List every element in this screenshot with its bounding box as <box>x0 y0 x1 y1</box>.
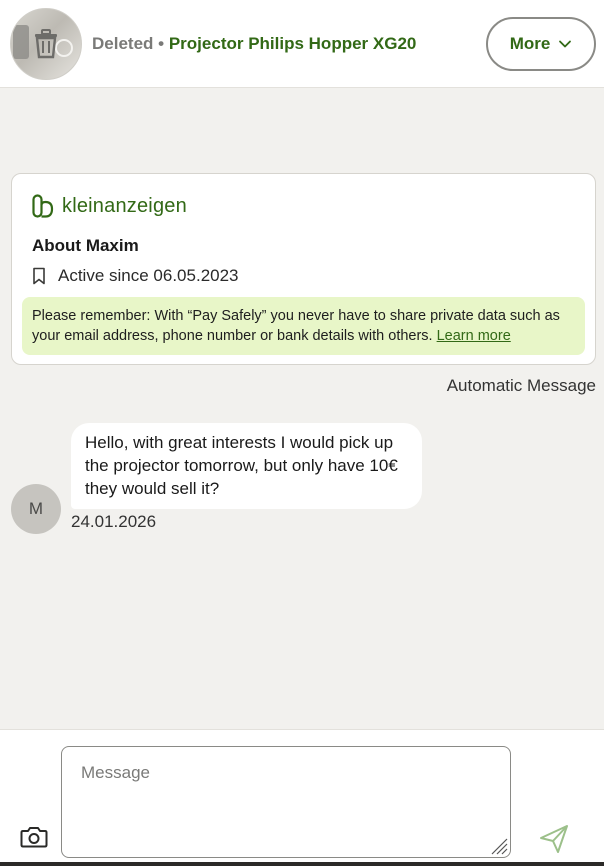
bookmark-icon <box>33 267 45 285</box>
conversation-header: Deleted • Projector Philips Hopper XG20 … <box>0 0 604 88</box>
active-since-text: Active since 06.05.2023 <box>58 266 239 285</box>
bottom-edge <box>0 862 604 866</box>
active-since-row: Active since 06.05.2023 <box>32 266 585 286</box>
safety-notice: Please remember: With “Pay Safely” you n… <box>22 297 585 355</box>
message-composer <box>0 729 604 862</box>
seller-info-card: kleinanzeigen About Maxim Active since 0… <box>11 173 596 365</box>
chevron-down-icon <box>559 40 572 47</box>
trash-icon <box>35 28 57 58</box>
ad-title-link[interactable]: Projector Philips Hopper XG20 <box>169 34 417 53</box>
ad-status: Deleted <box>92 33 154 53</box>
avatar: M <box>11 484 61 534</box>
automatic-message-label: Automatic Message <box>446 376 596 395</box>
message-bubble: Hello, with great interests I would pick… <box>71 423 422 509</box>
separator: • <box>158 33 165 53</box>
brand-logo: kleinanzeigen <box>32 194 585 218</box>
more-button-label: More <box>509 33 551 53</box>
send-icon[interactable] <box>538 824 570 854</box>
camera-icon[interactable] <box>20 825 48 849</box>
header-title: Deleted • Projector Philips Hopper XG20 <box>92 34 486 54</box>
learn-more-link[interactable]: Learn more <box>437 328 511 344</box>
message-input[interactable] <box>61 746 511 858</box>
more-button[interactable]: More <box>486 16 596 71</box>
message-date: 24.01.2026 <box>71 512 157 531</box>
kleinanzeigen-logo-icon <box>32 194 54 218</box>
brand-name: kleinanzeigen <box>62 194 187 217</box>
ad-thumbnail[interactable] <box>10 7 82 80</box>
about-heading: About Maxim <box>32 236 139 255</box>
resize-handle-icon[interactable] <box>490 837 508 855</box>
